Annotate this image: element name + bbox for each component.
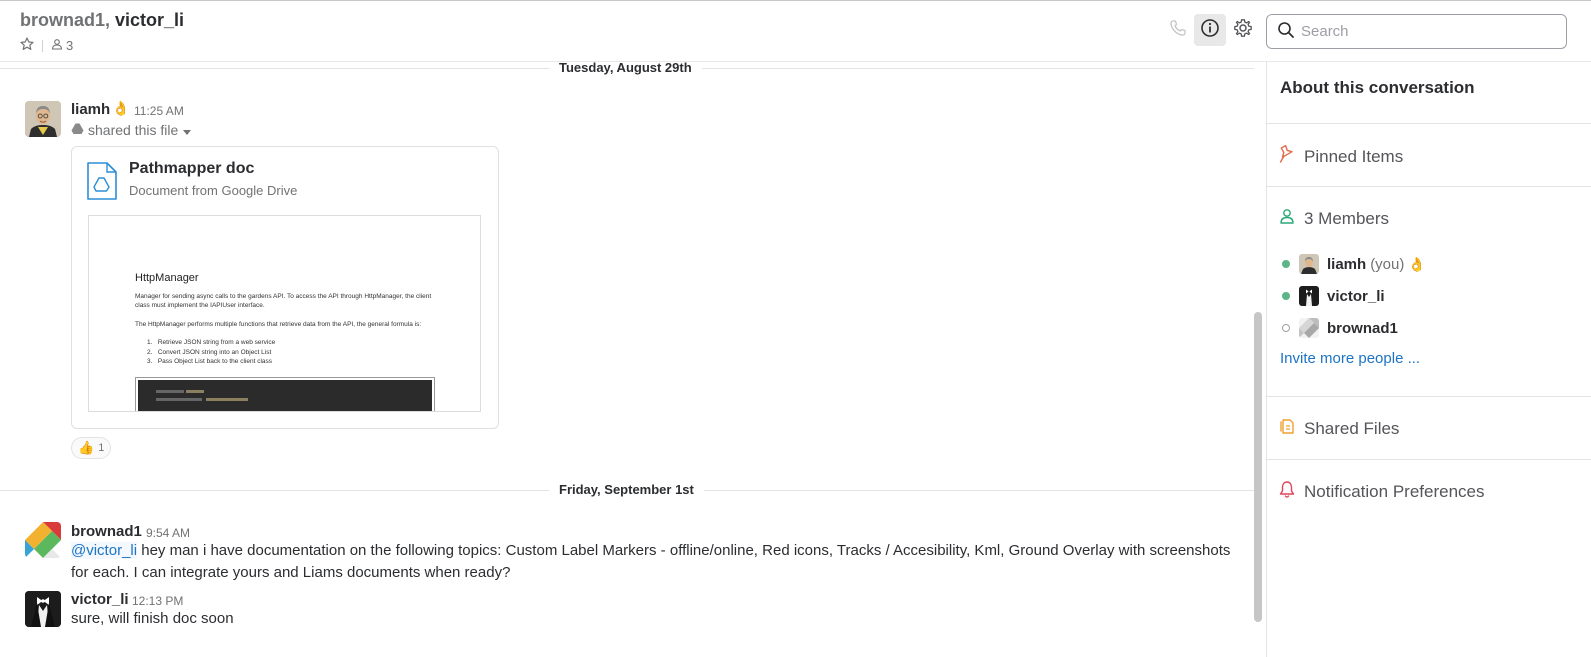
pinned-items-section[interactable]: Pinned Items xyxy=(1279,144,1404,168)
members-section[interactable]: 3 Members xyxy=(1279,208,1389,229)
online-status-dot xyxy=(1282,292,1290,300)
avatar[interactable] xyxy=(25,101,61,137)
notification-preferences-section[interactable]: Notification Preferences xyxy=(1279,480,1484,503)
info-icon xyxy=(1200,18,1220,42)
member-row[interactable]: liamh (you) 👌 xyxy=(1282,254,1426,274)
file-attachment-card[interactable]: Pathmapper doc Document from Google Driv… xyxy=(71,146,499,429)
message-list[interactable]: Tuesday, August 29th liamh 👌 11:25 AM sh… xyxy=(0,62,1266,657)
search-icon xyxy=(1277,21,1295,43)
away-status-dot xyxy=(1282,324,1290,332)
member-row[interactable]: brownad1 xyxy=(1282,318,1398,338)
member-count-button[interactable]: 3 xyxy=(51,38,73,53)
preview-heading: HttpManager xyxy=(135,272,199,284)
conversation-details-button[interactable] xyxy=(1194,14,1226,46)
star-icon[interactable] xyxy=(20,37,34,54)
search-box[interactable] xyxy=(1266,14,1567,49)
day-divider-label: Tuesday, August 29th xyxy=(549,62,702,75)
file-preview[interactable]: HttpManager Manager for sending async ca… xyxy=(88,215,481,412)
status-emoji: 👌 xyxy=(112,100,130,116)
channel-header: brownad1, victor_li 3 xyxy=(0,0,1591,62)
member-avatar xyxy=(1299,254,1319,274)
call-button[interactable] xyxy=(1162,14,1194,46)
message-timestamp[interactable]: 9:54 AM xyxy=(146,526,190,540)
members-label: 3 Members xyxy=(1304,208,1390,228)
meta-divider xyxy=(42,39,43,52)
reaction-thumbs-up[interactable]: 👍 1 xyxy=(71,437,112,459)
preview-paragraph-1: Manager for sending async calls to the g… xyxy=(135,293,432,309)
member-count: 3 xyxy=(66,38,74,53)
bell-icon xyxy=(1279,480,1304,503)
files-icon xyxy=(1279,417,1304,440)
file-share-action[interactable]: shared this file xyxy=(71,122,192,138)
reaction-count: 1 xyxy=(98,442,105,454)
day-divider-label: Friday, September 1st xyxy=(549,482,704,497)
pinned-items-label: Pinned Items xyxy=(1304,146,1404,166)
message-body: sure, will finish doc soon xyxy=(71,610,234,627)
member-avatar xyxy=(1299,286,1319,306)
preview-paragraph-2: The HttpManager performs multiple functi… xyxy=(135,321,422,328)
message-line: for each. I can integrate yours and Liam… xyxy=(71,564,511,581)
scrollbar[interactable] xyxy=(1254,312,1262,622)
settings-button[interactable] xyxy=(1227,14,1259,46)
file-title[interactable]: Pathmapper doc xyxy=(129,160,254,178)
message-sender[interactable]: victor_li xyxy=(71,591,129,608)
member-name: victor_li xyxy=(1327,287,1385,305)
thumbs-up-icon: 👍 xyxy=(78,440,95,455)
panel-divider xyxy=(1267,396,1591,397)
status-emoji: 👌 xyxy=(1408,255,1426,272)
preview-code-block xyxy=(135,377,435,411)
search-input[interactable] xyxy=(1301,23,1551,40)
preview-list-item: 3. Pass Object List back to the client c… xyxy=(147,358,273,365)
file-share-text: shared this file xyxy=(88,122,179,138)
user-mention[interactable]: @victor_li xyxy=(71,542,138,559)
message-sender[interactable]: liamh xyxy=(71,101,110,118)
panel-title: About this conversation xyxy=(1280,78,1475,97)
invite-more-people-link[interactable]: Invite more people ... xyxy=(1280,350,1420,367)
person-icon xyxy=(1279,208,1304,229)
message-line: @victor_li hey man i have documentation … xyxy=(71,540,1246,562)
pin-icon xyxy=(1279,144,1304,168)
conversation-title[interactable]: brownad1, victor_li xyxy=(20,10,184,31)
you-indicator: (you) xyxy=(1370,255,1405,273)
member-avatar xyxy=(1299,318,1319,338)
online-status-dot xyxy=(1282,260,1290,268)
shared-files-label: Shared Files xyxy=(1304,418,1400,438)
message-body: @victor_li hey man i have documentation … xyxy=(71,540,1246,584)
preview-list-item: 1. Retrieve JSON string from a web servi… xyxy=(147,339,276,346)
header-meta: 3 xyxy=(20,37,73,54)
title-member-1: brownad1, xyxy=(20,10,111,30)
drive-icon xyxy=(71,122,84,138)
member-name: liamh xyxy=(1327,255,1367,273)
phone-icon xyxy=(1169,19,1187,41)
member-name: brownad1 xyxy=(1327,319,1398,337)
preview-list-item: 2. Convert JSON string into an Object Li… xyxy=(147,348,272,356)
google-doc-icon xyxy=(86,161,118,205)
gear-icon xyxy=(1233,18,1253,42)
panel-divider xyxy=(1267,123,1591,124)
shared-files-section[interactable]: Shared Files xyxy=(1279,417,1399,440)
message-text: hey man i have documentation on the foll… xyxy=(137,542,1231,559)
preview-list: 1. Retrieve JSON string from a web servi… xyxy=(147,338,275,367)
conversation-details-panel: About this conversation Pinned Items 3 M… xyxy=(1266,62,1591,657)
panel-divider xyxy=(1267,459,1591,460)
file-subtitle: Document from Google Drive xyxy=(129,183,298,198)
panel-divider xyxy=(1267,186,1591,187)
message-timestamp[interactable]: 11:25 AM xyxy=(134,104,184,118)
member-row[interactable]: victor_li xyxy=(1282,286,1385,306)
message-timestamp[interactable]: 12:13 PM xyxy=(132,594,183,608)
person-icon xyxy=(51,38,63,53)
message-sender[interactable]: brownad1 xyxy=(71,523,142,540)
avatar[interactable] xyxy=(25,591,61,627)
avatar[interactable] xyxy=(25,522,61,558)
title-member-2: victor_li xyxy=(115,10,185,30)
notification-preferences-label: Notification Preferences xyxy=(1304,481,1485,501)
caret-down-icon xyxy=(183,122,192,138)
